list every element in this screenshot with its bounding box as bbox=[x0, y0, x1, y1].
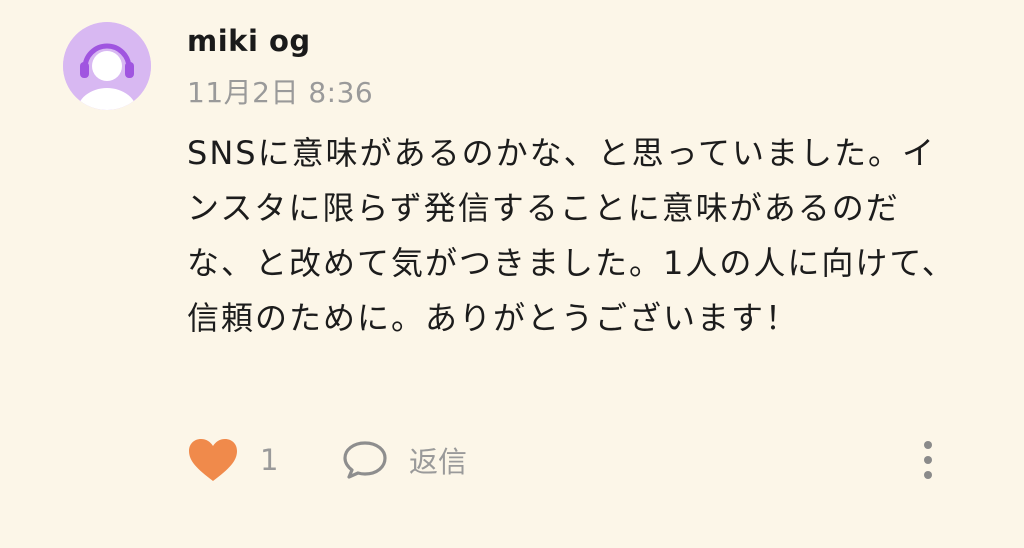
username[interactable]: miki og bbox=[187, 22, 311, 60]
speech-bubble-icon bbox=[343, 441, 387, 479]
reply-label: 返信 bbox=[409, 445, 468, 479]
avatar[interactable] bbox=[63, 22, 151, 110]
like-count: 1 bbox=[260, 443, 279, 477]
comment-body: SNSに意味があるのかな、と思っていました。インスタに限らず発信することに意味が… bbox=[187, 134, 956, 337]
heart-icon bbox=[189, 439, 237, 481]
vertical-ellipsis-icon bbox=[924, 441, 932, 479]
comment-card: miki og 11月2日 8:36 SNSに意味があるのかな、と思っていました… bbox=[0, 0, 1024, 548]
like-button[interactable]: 1 bbox=[187, 432, 278, 488]
comment-actions: 1 返信 bbox=[187, 432, 947, 488]
reply-button[interactable]: 返信 bbox=[341, 432, 467, 488]
timestamp: 11月2日 8:36 bbox=[187, 76, 374, 109]
user-avatar-with-headphones-icon bbox=[63, 22, 151, 110]
more-options-button[interactable] bbox=[916, 436, 940, 484]
